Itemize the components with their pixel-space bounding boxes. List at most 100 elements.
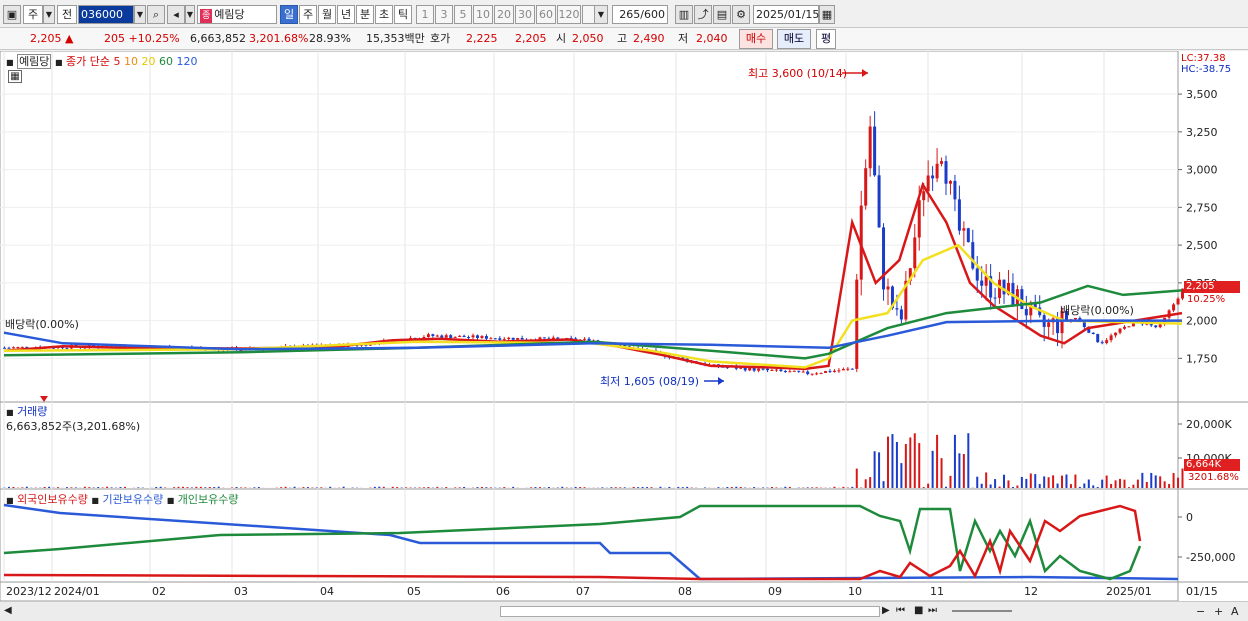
high-annotation: 최고 3,600 (10/14) bbox=[748, 67, 848, 80]
volume-title[interactable]: 거래량 bbox=[17, 405, 47, 418]
candle-body bbox=[922, 191, 926, 201]
period-minute-button[interactable]: 분 bbox=[356, 5, 374, 24]
sell-button[interactable]: 매도 bbox=[777, 29, 811, 49]
scroll-thumb[interactable] bbox=[500, 606, 880, 617]
minute-30-button[interactable]: 30 bbox=[515, 5, 535, 24]
period-second-button[interactable]: 초 bbox=[375, 5, 393, 24]
ma-legend-20[interactable]: 20 bbox=[141, 55, 155, 68]
candle-type-icon[interactable]: ▥ bbox=[675, 5, 693, 24]
ma-legend-60[interactable]: 60 bbox=[159, 55, 173, 68]
chart-area[interactable]: 2023/12 2024/01 02 03 04 05 06 07 08 09 10 11 12 2025… bbox=[0, 51, 1248, 621]
candle-body bbox=[3, 347, 6, 349]
zoom-in-icon[interactable]: + bbox=[1214, 605, 1223, 618]
volume-bar bbox=[980, 483, 983, 488]
minute-10-button[interactable]: 10 bbox=[473, 5, 493, 24]
chart-scrollbar[interactable]: ◀ ▶ ⏮ ■ ⏭ − + A bbox=[0, 601, 1248, 621]
date-input[interactable]: 2025/01/15 bbox=[753, 5, 819, 24]
foreign-holding-label[interactable]: 외국인보유수량 bbox=[17, 493, 88, 506]
stock-code-input[interactable]: 036000 bbox=[78, 5, 134, 24]
ma-legend-5[interactable]: 5 bbox=[113, 55, 120, 68]
grid-toggle-icon[interactable]: ▦ bbox=[8, 70, 22, 83]
volume-bar bbox=[396, 487, 399, 488]
zoom-out-icon[interactable]: − bbox=[1196, 605, 1205, 618]
candle-body bbox=[1176, 298, 1180, 305]
individual-holding-label[interactable]: 개인보유수량 bbox=[178, 493, 239, 506]
candle-body bbox=[502, 339, 506, 341]
speaker-dropdown-icon[interactable]: ▼ bbox=[185, 5, 195, 24]
average-button[interactable]: 평 bbox=[816, 29, 836, 49]
buy-button[interactable]: 매수 bbox=[739, 29, 773, 49]
volume-bar bbox=[904, 444, 907, 488]
volume-bar bbox=[1163, 481, 1166, 488]
minute-20-button[interactable]: 20 bbox=[494, 5, 514, 24]
candle-body bbox=[1114, 332, 1118, 336]
speaker-icon[interactable]: ◂ bbox=[167, 5, 185, 24]
minute-5-button[interactable]: 5 bbox=[454, 5, 472, 24]
ma-legend-label[interactable]: 종가 단순 bbox=[66, 55, 110, 68]
period-tick-button[interactable]: 틱 bbox=[394, 5, 412, 24]
volume-bar bbox=[123, 486, 126, 488]
minute-60-label: 60 bbox=[539, 8, 553, 21]
period-day-button[interactable]: 일 bbox=[280, 5, 298, 24]
code-dropdown-icon[interactable]: ▼ bbox=[134, 5, 146, 24]
holding-tick-label: -250,000 bbox=[1186, 551, 1235, 564]
stock-chart[interactable]: 2023/12 2024/01 02 03 04 05 06 07 08 09 10 11 12 2025… bbox=[0, 51, 1248, 601]
candle-body bbox=[882, 227, 886, 290]
scroll-stop-icon[interactable]: ■ bbox=[914, 605, 923, 616]
volume-bar bbox=[641, 487, 644, 488]
price-panel-name[interactable]: 예림당 bbox=[17, 54, 52, 69]
period-month-button[interactable]: 월 bbox=[318, 5, 336, 24]
candle-body bbox=[757, 368, 761, 371]
ma-legend-10[interactable]: 10 bbox=[124, 55, 138, 68]
minute-1-button[interactable]: 1 bbox=[416, 5, 434, 24]
volume-bar bbox=[1083, 483, 1086, 488]
custom-period-dropdown-icon[interactable]: ▼ bbox=[594, 5, 608, 24]
volume-bar bbox=[21, 487, 24, 488]
institution-holding-label[interactable]: 기관보유수량 bbox=[102, 493, 163, 506]
volume-bar bbox=[1096, 487, 1099, 488]
volume-bar bbox=[235, 487, 238, 488]
volume-bar bbox=[1016, 485, 1019, 488]
scroll-start-icon[interactable]: ⏮ bbox=[896, 605, 905, 616]
layout-icon[interactable]: ▣ bbox=[3, 5, 21, 24]
volume-bar bbox=[864, 479, 867, 488]
volume-bar bbox=[1092, 485, 1095, 488]
search-icon[interactable]: ⌕ bbox=[147, 5, 165, 24]
volume-bar bbox=[1172, 473, 1175, 488]
gear-icon[interactable]: ⚙ bbox=[732, 5, 750, 24]
chevron-down-icon[interactable]: ▼ bbox=[43, 5, 55, 24]
ma-legend-120[interactable]: 120 bbox=[176, 55, 197, 68]
zoom-slider[interactable] bbox=[952, 610, 1012, 612]
save-icon[interactable]: ▤ bbox=[713, 5, 731, 24]
candle-body bbox=[520, 337, 524, 340]
minute-3-button[interactable]: 3 bbox=[435, 5, 453, 24]
volume-bar bbox=[994, 479, 997, 488]
price-group: 2,205 ▲ bbox=[30, 31, 73, 47]
current-volume-tag: 6,664K bbox=[1184, 459, 1240, 471]
minute-30-label: 30 bbox=[518, 8, 532, 21]
volume-bar bbox=[940, 458, 943, 488]
count-input[interactable]: 265/600 bbox=[612, 5, 668, 24]
font-size-icon[interactable]: A bbox=[1231, 605, 1239, 618]
period-year-button[interactable]: 년 bbox=[337, 5, 355, 24]
period-prev-button[interactable]: 전 bbox=[57, 5, 77, 24]
candle-body bbox=[993, 297, 997, 299]
stock-name-box[interactable]: 종 예림당 bbox=[197, 5, 277, 24]
scroll-right-icon[interactable]: ▶ bbox=[882, 605, 890, 616]
volume-bar bbox=[538, 487, 541, 488]
period-main-select[interactable]: 주 bbox=[23, 5, 43, 24]
scroll-left-icon[interactable]: ◀ bbox=[4, 605, 12, 616]
x-tick-label: 02 bbox=[152, 585, 166, 598]
volume-bar bbox=[887, 436, 889, 488]
volume-bar bbox=[1141, 472, 1144, 488]
toolbar: ▣ 주 ▼ 전 036000 ▼ ⌕ ◂ ▼ 종 예림당 일 주 월 년 분 초 … bbox=[0, 0, 1248, 28]
volume-bar bbox=[998, 486, 1001, 488]
period-week-button[interactable]: 주 bbox=[299, 5, 317, 24]
minute-60-button[interactable]: 60 bbox=[536, 5, 556, 24]
line-tool-icon[interactable]: ⤴ bbox=[694, 5, 712, 24]
scroll-end-icon[interactable]: ⏭ bbox=[928, 605, 937, 616]
minute-120-button[interactable]: 120 bbox=[557, 5, 581, 24]
calendar-icon[interactable]: ▦ bbox=[819, 5, 835, 24]
price-tick-label: 3,000 bbox=[1186, 164, 1218, 177]
volume-bar bbox=[855, 468, 858, 488]
